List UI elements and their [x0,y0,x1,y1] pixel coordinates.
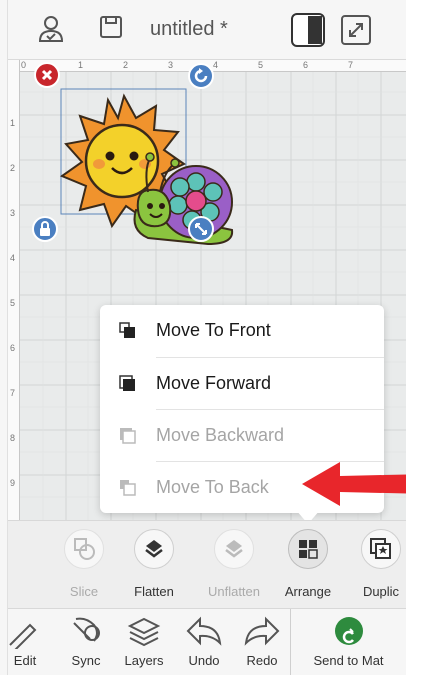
unflatten-icon [214,529,254,569]
flatten-button[interactable]: Flatten [119,529,189,607]
move-to-back-icon [118,478,138,498]
nav-edit[interactable]: Edit [8,609,42,675]
move-forward-icon [118,374,138,394]
nav-edit-label: Edit [13,653,37,668]
unflatten-label: Unflatten [207,584,261,599]
nav-sync[interactable]: Sync [58,609,114,675]
duplicate-icon [361,529,401,569]
flatten-label: Flatten [134,584,174,599]
nav-layers-label: Layers [124,653,164,668]
send-to-mat-label: Send to Mat [313,653,384,668]
undo-icon [186,616,222,646]
nav-layers[interactable]: Layers [116,609,172,675]
send-to-mat-icon [335,617,363,645]
design-space-screen: untitled * 0 1 2 3 4 5 6 7 1 2 3 4 5 6 7… [0,0,432,675]
nav-undo[interactable]: Undo [176,609,232,675]
nav-redo-label: Redo [246,653,278,668]
profile-icon[interactable] [36,14,66,49]
edit-toolstrip: Slice Flatten Unflatten Arrange Duplic [8,520,406,608]
nav-sync-label: Sync [71,653,101,668]
top-bar: untitled * [8,0,406,60]
move-to-front-icon [118,321,138,341]
right-bezel [406,0,432,675]
menu-item-label: Move To Back [156,477,269,497]
slice-icon [64,529,104,569]
fullscreen-icon[interactable] [340,14,372,51]
bottom-nav: Edit Sync Layers Undo Redo Send to Mat [8,608,406,675]
menu-item-label: Move Backward [156,425,285,445]
nav-undo-label: Undo [188,653,220,668]
unflatten-button[interactable]: Unflatten [199,529,269,607]
send-to-mat-button[interactable]: Send to Mat [290,609,406,675]
slice-label: Slice [69,584,99,599]
menu-item-move-to-front[interactable]: Move To Front [100,305,384,357]
menu-item-move-forward[interactable]: Move Forward [100,358,384,410]
edit-icon [9,623,37,649]
menu-item-label: Move Forward [156,373,272,393]
delete-handle-icon[interactable] [34,62,60,88]
redo-icon [244,616,280,646]
slice-button[interactable]: Slice [49,529,119,607]
project-title[interactable]: untitled * [150,18,228,41]
layers-icon [127,617,161,647]
resize-handle-icon[interactable] [188,216,214,242]
menu-item-label: Move To Front [156,320,271,340]
arrange-button[interactable]: Arrange [273,529,343,607]
lock-handle-icon[interactable] [32,216,58,242]
mat-view-toggle-icon[interactable] [290,12,326,53]
save-icon[interactable] [98,14,124,45]
rotate-handle-icon[interactable] [188,63,214,89]
arrange-label: Arrange [284,584,332,599]
arrange-icon [288,529,328,569]
menu-item-move-backward[interactable]: Move Backward [100,410,384,462]
sync-icon [73,617,100,642]
move-backward-icon [118,426,138,446]
left-bezel [0,0,8,675]
flatten-icon [134,529,174,569]
nav-redo[interactable]: Redo [234,609,290,675]
